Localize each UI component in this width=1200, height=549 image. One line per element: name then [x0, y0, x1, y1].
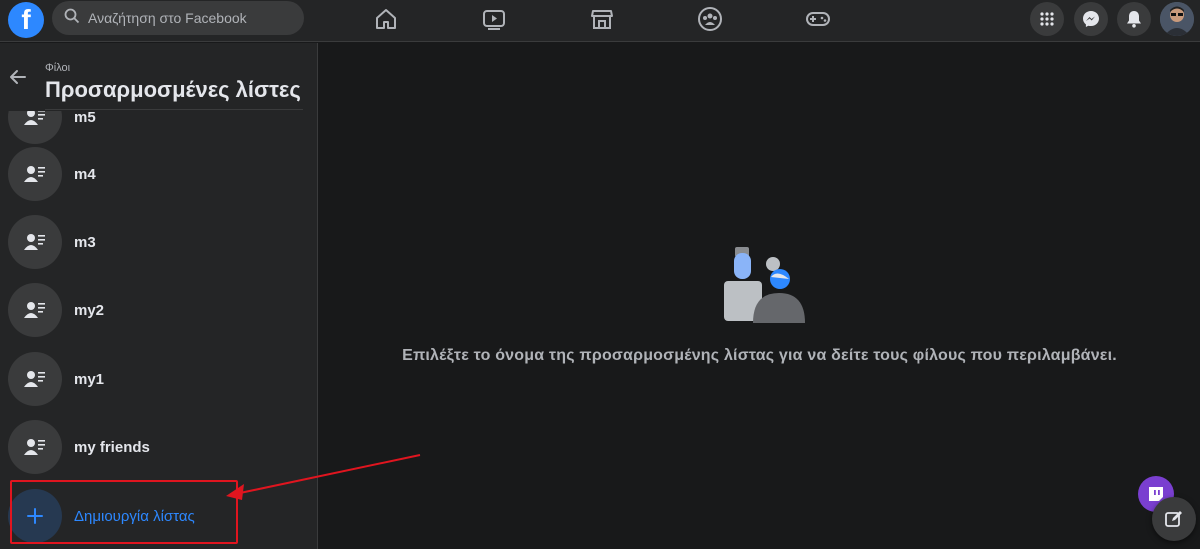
list-avatar: [8, 215, 62, 269]
back-arrow-icon[interactable]: [6, 65, 30, 89]
logo-letter: f: [21, 4, 31, 35]
friend-list-icon: [24, 371, 45, 387]
list-item[interactable]: m3: [8, 214, 308, 270]
custom-lists-sidebar: m5 Φίλοι Προσαρμοσμένες λίστες m4 m3 my2…: [0, 43, 318, 549]
menu-grid-icon[interactable]: [1030, 2, 1064, 36]
top-navigation-bar: f: [0, 0, 1200, 42]
empty-state-message: Επιλέξτε το όνομα της προσαρμοσμένης λίσ…: [402, 347, 1117, 364]
gaming-icon[interactable]: [803, 4, 833, 34]
breadcrumb[interactable]: Φίλοι: [45, 62, 70, 74]
marketplace-icon[interactable]: [587, 4, 617, 34]
compose-icon: [1165, 511, 1182, 527]
list-item[interactable]: m4: [8, 146, 308, 202]
friend-list-icon: [24, 234, 45, 250]
list-avatar: [8, 283, 62, 337]
list-item-label: my2: [74, 301, 105, 319]
search-input[interactable]: [88, 10, 288, 26]
list-avatar: [8, 420, 62, 474]
home-icon[interactable]: [371, 4, 401, 34]
main-content: Επιλέξτε το όνομα της προσαρμοσμένης λίσ…: [319, 43, 1200, 549]
annotation-highlight-box: [10, 480, 238, 544]
search-box[interactable]: [52, 1, 304, 35]
header-divider: [45, 109, 303, 110]
new-message-button[interactable]: [1152, 497, 1196, 541]
watch-icon[interactable]: [479, 4, 509, 34]
facebook-logo-icon[interactable]: f: [8, 2, 44, 38]
list-item[interactable]: my2: [8, 282, 308, 338]
search-icon: [64, 8, 80, 29]
list-avatar: [8, 352, 62, 406]
friend-list-icon: [24, 439, 45, 455]
list-item[interactable]: my friends: [8, 419, 308, 475]
sidebar-header: Φίλοι Προσαρμοσμένες λίστες: [0, 43, 317, 111]
friend-list-icon: [24, 302, 45, 318]
page-title: Προσαρμοσμένες λίστες: [45, 77, 301, 102]
friend-list-icon: [24, 166, 45, 182]
groups-icon[interactable]: [695, 4, 725, 34]
notifications-icon[interactable]: [1117, 2, 1151, 36]
friends-list-illustration-icon: [719, 241, 809, 323]
list-item-label: my friends: [74, 438, 150, 456]
profile-avatar[interactable]: [1160, 2, 1194, 36]
list-item-label: m5: [74, 108, 96, 126]
list-item-label: m4: [74, 165, 96, 183]
list-item-label: m3: [74, 233, 96, 251]
list-item-label: my1: [74, 370, 105, 388]
messenger-icon[interactable]: [1074, 2, 1108, 36]
list-item[interactable]: my1: [8, 351, 308, 407]
list-avatar: [8, 147, 62, 201]
